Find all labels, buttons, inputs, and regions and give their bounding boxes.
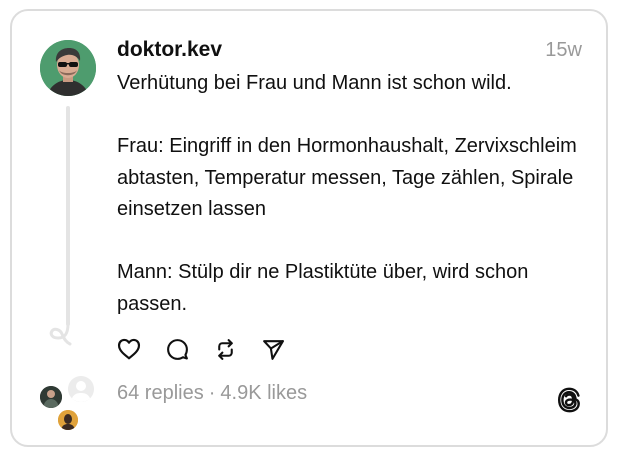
share-button[interactable] [259,335,287,363]
action-bar [115,335,307,363]
post-body: Verhütung bei Frau und Mann ist schon wi… [117,68,587,320]
likes-count[interactable]: 4.9K likes [220,382,307,404]
repost-icon [217,338,233,360]
replies-count[interactable]: 64 replies [117,382,204,404]
replier-avatars[interactable] [38,374,102,432]
post-stats: 64 replies · 4.9K likes [117,382,307,405]
replier-avatar [40,386,62,408]
reply-button[interactable] [163,335,191,363]
heart-icon [117,338,141,360]
replier-avatar [58,410,78,430]
post-timestamp: 15w [545,39,582,61]
author-username[interactable]: doktor.kev [117,38,222,62]
author-avatar[interactable] [40,40,96,96]
stats-separator: · [208,382,216,404]
post-paragraph: Frau: Eingriff in den Hormonhaushalt, Ze… [117,135,577,220]
thread-curl-icon [49,322,72,346]
send-icon [262,339,284,360]
comment-icon [166,338,188,360]
like-button[interactable] [115,335,143,363]
post-paragraph: Mann: Stülp dir ne Plastiktüte über, wir… [117,261,529,315]
thread-line [66,106,70,326]
replier-avatar-placeholder [66,374,96,404]
threads-logo-icon[interactable] [556,386,582,414]
post-paragraph: Verhütung bei Frau und Mann ist schon wi… [117,72,512,94]
avatar-image [40,40,96,96]
user-placeholder-icon [71,381,91,402]
avatar-image [58,410,78,430]
avatar-image [40,386,62,408]
repost-button[interactable] [211,335,239,363]
